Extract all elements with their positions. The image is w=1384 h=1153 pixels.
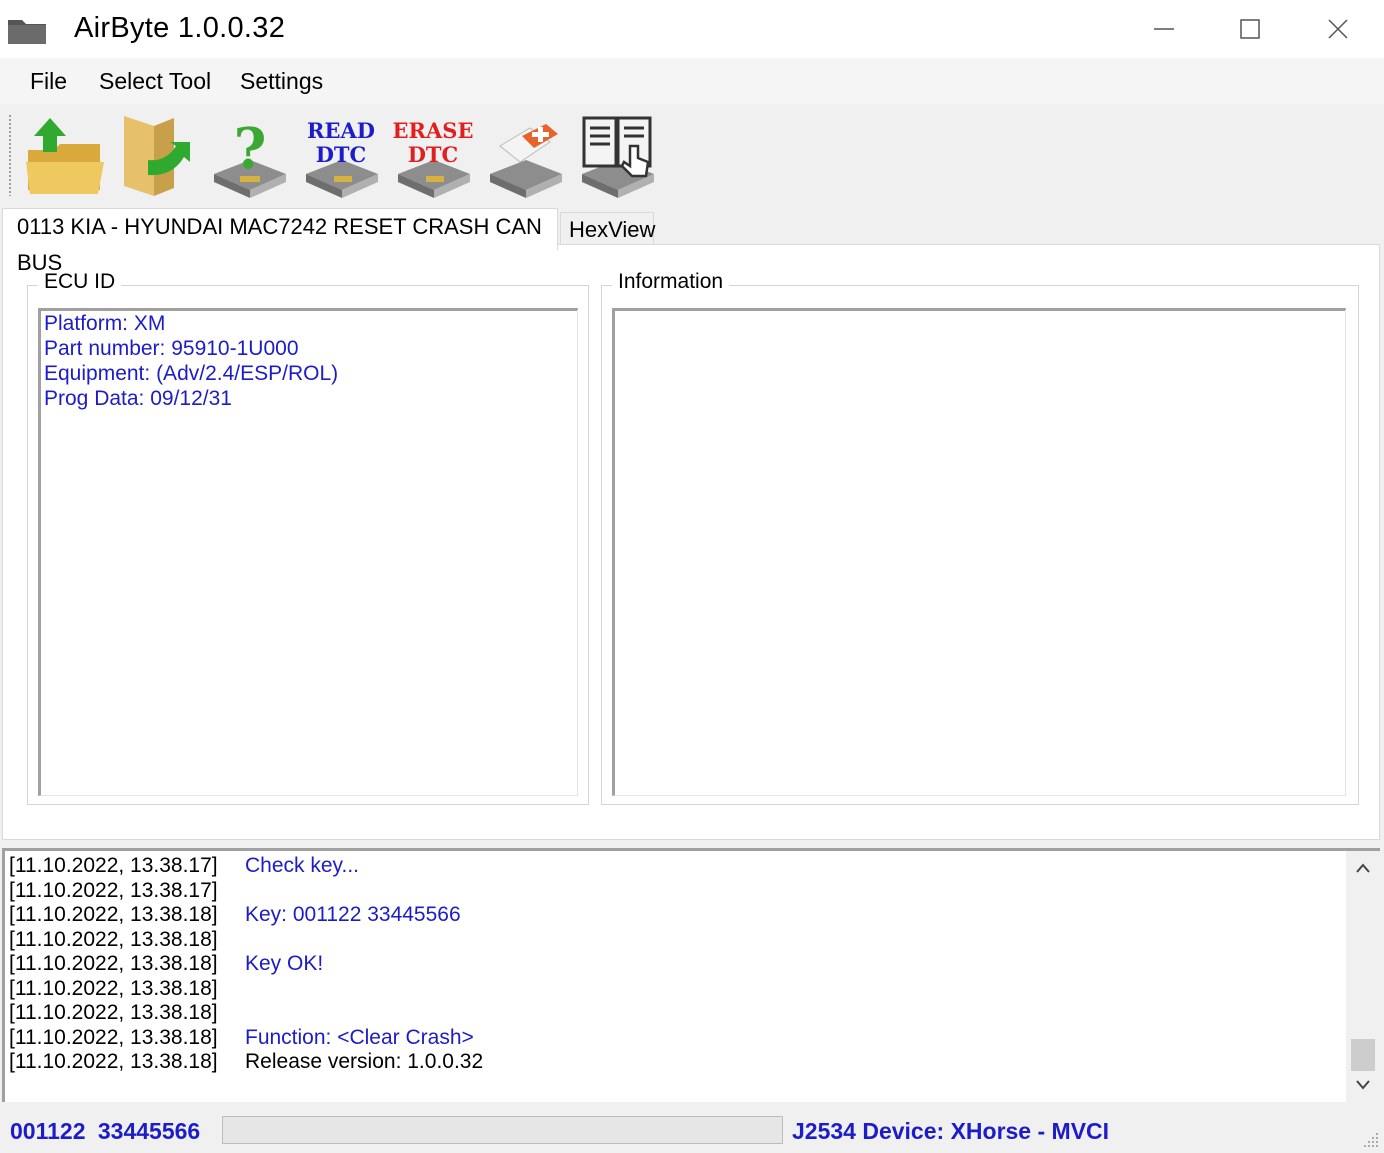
toolbar: ? READ DTC ERASE DTC [0, 104, 1384, 206]
menu-settings[interactable]: Settings [240, 68, 323, 95]
maximize-button[interactable] [1220, 8, 1280, 50]
close-icon [1328, 19, 1348, 39]
minimize-button[interactable] [1134, 8, 1194, 50]
main-panel: ECU ID Platform: XM Part number: 95910-1… [2, 244, 1380, 840]
load-file-icon [124, 116, 190, 196]
help-icon: ? [214, 116, 286, 198]
tab-strip: 0113 KIA - HYUNDAI MAC7242 RESET CRASH C… [0, 206, 1384, 275]
tab-hexview[interactable]: HexView [560, 212, 655, 246]
menu-file[interactable]: File [30, 68, 67, 95]
scroll-thumb[interactable] [1351, 1039, 1375, 1071]
status-bar: 001122 33445566 J2534 Device: XHorse - M… [0, 1108, 1384, 1153]
information-title: Information [612, 270, 730, 294]
log-timestamp: [11.10.2022, 13.38.18] [9, 976, 218, 1000]
log-timestamp: [11.10.2022, 13.38.18] [9, 1001, 218, 1024]
chevron-up-icon [1356, 863, 1370, 873]
log-scrollbar[interactable] [1346, 851, 1380, 1102]
ecu-part-number: Part number: 95910-1U000 [44, 337, 299, 360]
read-dtc-button[interactable]: READ DTC [298, 110, 384, 200]
resize-grip-icon[interactable] [1360, 1129, 1380, 1149]
ecu-id-group: ECU ID Platform: XM Part number: 95910-1… [27, 270, 589, 805]
first-aid-button[interactable] [482, 110, 568, 200]
manual-book-icon [582, 116, 654, 198]
ecu-prog-data: Prog Data: 09/12/31 [44, 387, 232, 410]
open-folder-icon [26, 118, 104, 194]
folder-app-icon [8, 20, 46, 44]
read-dtc-label-line1: READ [307, 118, 375, 143]
ecu-equipment: Equipment: (Adv/2.4/ESP/ROL) [44, 362, 339, 385]
progress-bar [222, 1116, 783, 1144]
window-title: AirByte 1.0.0.32 [74, 12, 286, 44]
first-aid-icon [490, 124, 562, 198]
erase-dtc-label-line1: ERASE [392, 118, 474, 143]
tab-reset-crash[interactable]: 0113 KIA - HYUNDAI MAC7242 RESET CRASH C… [2, 208, 558, 275]
status-key: 001122 33445566 [10, 1118, 201, 1144]
log-timestamp: [11.10.2022, 13.38.18] [9, 952, 218, 975]
scroll-down-button[interactable] [1346, 1068, 1380, 1102]
help-button[interactable]: ? [206, 110, 292, 200]
log-message: Key: 001122 33445566 [245, 903, 461, 926]
log-timestamp: [11.10.2022, 13.38.18] [9, 903, 218, 926]
title-bar: AirByte 1.0.0.32 [0, 0, 1384, 58]
menu-select-tool[interactable]: Select Tool [99, 68, 211, 95]
log-timestamp: [11.10.2022, 13.38.17] [9, 878, 218, 902]
minimize-icon [1154, 28, 1174, 30]
close-button[interactable] [1308, 8, 1368, 50]
load-button[interactable] [114, 110, 200, 200]
log-timestamp: [11.10.2022, 13.38.18] [9, 1025, 218, 1049]
ecu-id-textbox[interactable]: Platform: XM Part number: 95910-1U000 Eq… [38, 308, 578, 796]
menu-bar: File Select Tool Settings [0, 58, 1384, 104]
log-timestamp: [11.10.2022, 13.38.18] [9, 1050, 218, 1073]
information-group: Information [601, 270, 1359, 805]
maximize-icon [1240, 19, 1260, 39]
ecu-platform: Platform: XM [44, 312, 166, 335]
erase-dtc-label-line2: DTC [407, 142, 459, 167]
log-message: Function: <Clear Crash> [245, 1025, 474, 1049]
log-timestamp: [11.10.2022, 13.38.18] [9, 927, 218, 951]
log-panel[interactable]: [11.10.2022, 13.38.17] Check key... [11.10… [2, 848, 1380, 1102]
erase-dtc-button[interactable]: ERASE DTC [390, 110, 476, 200]
read-dtc-label-line2: DTC [315, 142, 367, 167]
svg-text:?: ? [234, 116, 267, 182]
log-message: Release version: 1.0.0.32 [245, 1050, 484, 1073]
open-button[interactable] [22, 110, 108, 200]
chevron-down-icon [1356, 1080, 1370, 1090]
log-message: Check key... [245, 854, 359, 877]
log-message: Key OK! [245, 952, 324, 975]
scroll-up-button[interactable] [1346, 851, 1380, 885]
toolbar-grip[interactable] [8, 114, 12, 196]
manual-button[interactable] [574, 110, 660, 200]
log-timestamp: [11.10.2022, 13.38.17] [9, 854, 218, 877]
status-device: J2534 Device: XHorse - MVCI [792, 1118, 1110, 1144]
information-textbox[interactable] [612, 308, 1346, 796]
